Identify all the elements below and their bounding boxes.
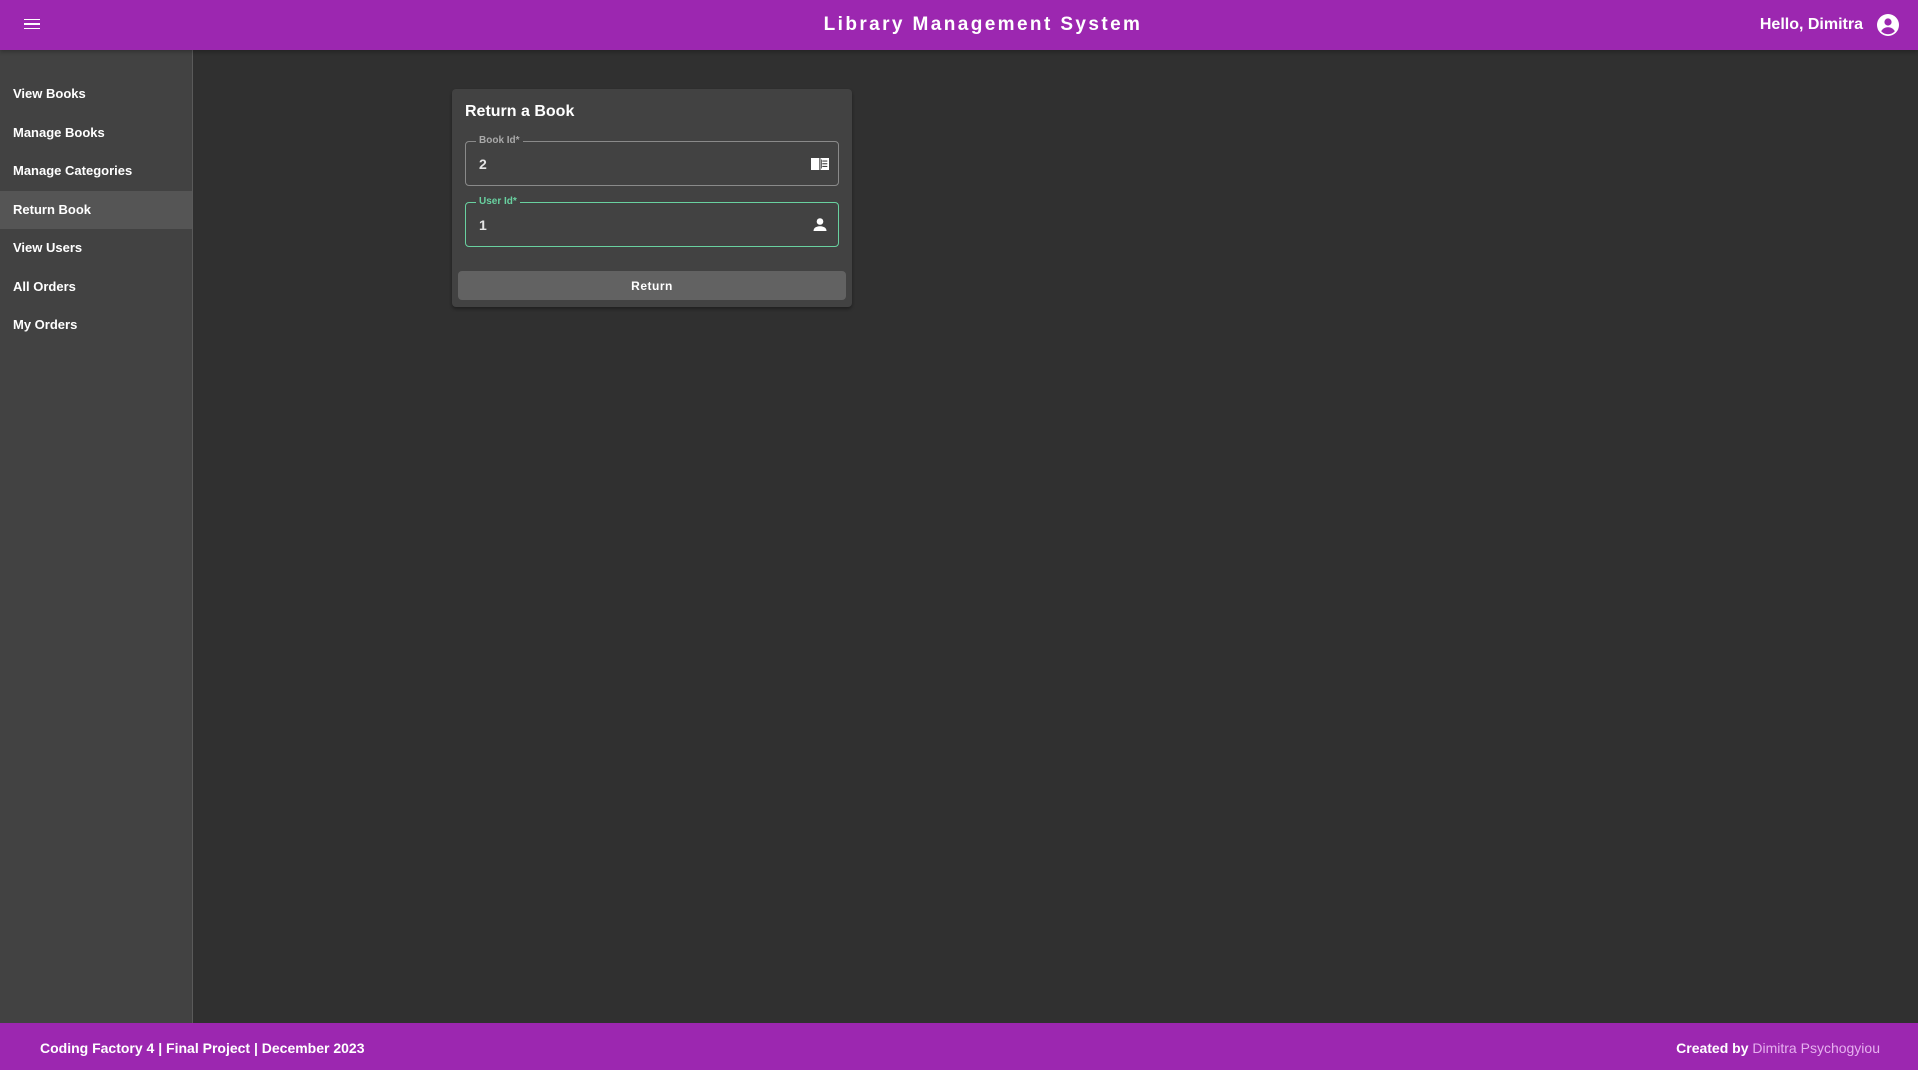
sidebar-item-return-book[interactable]: Return Book — [0, 190, 192, 229]
book-id-input[interactable] — [479, 142, 798, 185]
app-title: Library Management System — [823, 14, 1143, 35]
return-button[interactable]: Return — [458, 271, 846, 300]
sidebar-nav: View Books Manage Books Manage Categorie… — [0, 50, 193, 1023]
person-icon — [813, 218, 827, 231]
footer: Coding Factory 4 | Final Project | Decem… — [0, 1023, 1918, 1070]
user-id-field[interactable]: User Id* — [465, 196, 839, 247]
sidebar-item-my-orders[interactable]: My Orders — [0, 306, 192, 345]
return-book-form: Return a Book Book Id* User Id* Return — [452, 89, 852, 307]
form-title: Return a Book — [465, 103, 575, 120]
author-link[interactable]: Dimitra Psychogyiou — [1752, 1040, 1880, 1056]
menu-book-icon — [811, 158, 829, 170]
sidebar-item-view-users[interactable]: View Users — [0, 229, 192, 268]
account-circle-icon[interactable] — [1876, 13, 1900, 37]
top-app-bar: Library Management System Hello, Dimitra — [0, 0, 1918, 50]
user-id-input[interactable] — [479, 203, 798, 246]
footer-project-info: Coding Factory 4 | Final Project | Decem… — [40, 1040, 365, 1056]
user-greeting: Hello, Dimitra — [1759, 16, 1863, 33]
sidebar-item-all-orders[interactable]: All Orders — [0, 268, 192, 307]
sidebar-item-view-books[interactable]: View Books — [0, 75, 192, 114]
sidebar-item-manage-books[interactable]: Manage Books — [0, 114, 192, 153]
book-id-field[interactable]: Book Id* — [465, 135, 839, 186]
sidebar-item-manage-categories[interactable]: Manage Categories — [0, 152, 192, 191]
footer-credits: Created by Dimitra Psychogyiou — [1676, 1023, 1880, 1070]
footer-credits-prefix: Created by — [1676, 1040, 1749, 1056]
